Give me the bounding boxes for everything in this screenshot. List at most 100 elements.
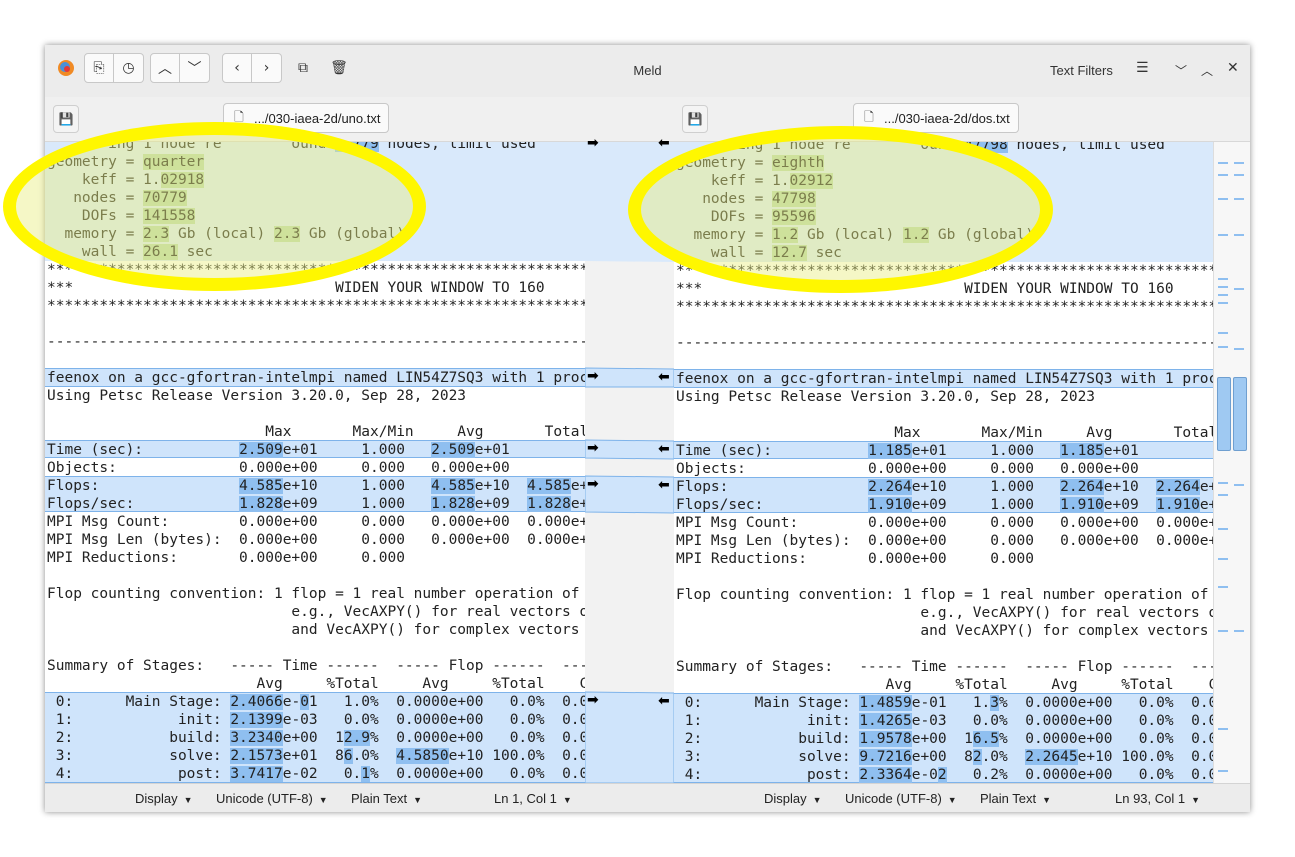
recent-comparisons-button[interactable]: ◷ xyxy=(114,53,144,83)
delete-button[interactable]: 🗑 xyxy=(324,53,354,83)
text-line: nodes = 47798 xyxy=(676,191,816,207)
merge-right-arrow-icon[interactable]: ➡ xyxy=(587,692,599,708)
change-marker xyxy=(1218,728,1228,730)
text-line: ****************************************… xyxy=(47,298,585,314)
save-left-button[interactable]: 💾 xyxy=(53,105,79,133)
text-line: Avg %Total Avg %Total Count xyxy=(47,676,586,692)
text-line: wall = 12.7 sec xyxy=(676,245,842,261)
text-line: memory = 1.2 Gb (local) 1.2 Gb (global) xyxy=(676,227,1034,243)
text-line: Time (sec): 1.185e+01 1.000 1.185e+01 xyxy=(676,443,1139,459)
text-line: nodes = 70779 xyxy=(47,190,187,206)
text-line: 0: Main Stage: 2.4066e-01 1.0% 0.0000e+0… xyxy=(47,694,585,710)
text-line: keff = 1.02918 xyxy=(47,172,205,188)
prev-file-icon: ‹ xyxy=(234,60,240,76)
text-line: DOFs = 141558 xyxy=(47,208,196,224)
merge-left-arrow-icon[interactable]: ⬅ xyxy=(658,693,670,709)
change-marker xyxy=(1218,346,1228,348)
right-file-name: .../030-iaea-2d/dos.txt xyxy=(884,110,1010,126)
left-display-dropdown[interactable]: Display ▼ xyxy=(135,791,193,806)
right-encoding-dropdown[interactable]: Unicode (UTF-8) ▼ xyxy=(845,791,957,806)
text-line: MPI Reductions: 0.000e+00 0.000 xyxy=(676,551,1034,567)
merge-left-arrow-icon[interactable]: ⬅ xyxy=(658,369,670,385)
next-file-icon: › xyxy=(263,60,270,76)
text-line xyxy=(45,315,47,333)
change-marker xyxy=(1218,332,1228,334)
hamburger-menu-icon[interactable]: ☰ xyxy=(1136,60,1149,76)
text-line: and VecAXPY() for complex vectors of len… xyxy=(920,623,1209,639)
next-file-button[interactable]: › xyxy=(252,53,282,83)
text-line: ing 1 node re ound 70779 nodes, limit us… xyxy=(45,142,536,153)
text-line: 3: solve: 2.1573e+01 86.0% 4.5850e+10 10… xyxy=(47,748,585,764)
scroll-thumb[interactable] xyxy=(1233,377,1247,451)
save-icon: 💾 xyxy=(58,112,74,126)
text-line: and VecAXPY() for complex vectors of len… xyxy=(291,622,580,638)
change-marker xyxy=(1218,630,1228,632)
file-icon: 🗋 xyxy=(234,109,244,124)
text-line: Avg %Total Avg %Total Count xyxy=(676,677,1214,693)
left-encoding-dropdown[interactable]: Unicode (UTF-8) ▼ xyxy=(216,791,328,806)
text-line: Objects: 0.000e+00 0.000 0.000e+00 xyxy=(676,461,1139,477)
change-marker xyxy=(1234,630,1244,632)
right-syntax-dropdown[interactable]: Plain Text ▼ xyxy=(980,791,1051,806)
text-line: Time (sec): 2.509e+01 1.000 2.509e+01 xyxy=(47,442,510,458)
left-cursor-position[interactable]: Ln 1, Col 1 ▼ xyxy=(494,791,572,806)
copy-icon: ⧉ xyxy=(298,60,308,76)
merge-right-arrow-icon[interactable]: ➡ xyxy=(587,476,599,492)
text-line: Using Petsc Release Version 3.20.0, Sep … xyxy=(676,389,1096,405)
change-marker xyxy=(1218,278,1228,280)
merge-left-arrow-icon[interactable]: ⬅ xyxy=(658,477,670,493)
change-marker xyxy=(1218,770,1228,772)
minimize-icon[interactable]: ﹀ xyxy=(1175,62,1187,79)
merge-left-arrow-icon[interactable]: ⬅ xyxy=(658,441,670,457)
text-line: Summary of Stages: ----- Time ------ ---… xyxy=(676,659,1213,675)
next-change-button[interactable]: ﹀ xyxy=(180,53,210,83)
text-line: *** WIDEN YOUR WINDOW TO 160 xyxy=(676,281,1174,297)
overview-scrollbar[interactable] xyxy=(1213,142,1250,783)
text-line: keff = 1.02912 xyxy=(676,173,834,189)
right-text-pane[interactable]: ing 1 node re ound 47798 nodes, limit us… xyxy=(674,142,1213,783)
meld-window: ⎘ ◷ ︿ ﹀ ‹ › ⧉ 🗑 Meld Text Filters ☰ ﹀ ︿ … xyxy=(45,45,1250,812)
change-marker xyxy=(1234,162,1244,164)
change-marker xyxy=(1218,558,1228,560)
text-line: ing 1 node re ound 47798 nodes, limit us… xyxy=(674,142,1165,154)
merge-right-arrow-icon[interactable]: ➡ xyxy=(587,135,599,151)
left-syntax-dropdown[interactable]: Plain Text ▼ xyxy=(351,791,422,806)
text-line: *** WIDEN YOUR WINDOW TO 160 xyxy=(47,280,545,296)
change-marker xyxy=(1218,586,1228,588)
text-filters-button[interactable]: Text Filters xyxy=(1050,63,1113,78)
scroll-thumb[interactable] xyxy=(1217,377,1231,451)
recent-icon: ◷ xyxy=(122,60,135,76)
prev-change-button[interactable]: ︿ xyxy=(150,53,180,83)
status-bar: Display ▼ Unicode (UTF-8) ▼ Plain Text ▼ Ln… xyxy=(45,783,1250,812)
close-icon[interactable]: ✕ xyxy=(1227,60,1239,76)
text-line: ----------------------------------------… xyxy=(47,334,585,350)
text-line: Flop counting convention: 1 flop = 1 rea… xyxy=(47,586,585,602)
text-line: Flops/sec: 1.828e+09 1.000 1.828e+09 1.8… xyxy=(47,496,585,512)
merge-right-arrow-icon[interactable]: ➡ xyxy=(587,368,599,384)
text-line: Flops: 4.585e+10 1.000 4.585e+10 4.585e+… xyxy=(47,478,585,494)
merge-left-arrow-icon[interactable]: ⬅ xyxy=(658,135,670,151)
left-file-button[interactable]: 🗋 .../030-iaea-2d/uno.txt xyxy=(223,103,390,133)
right-file-button[interactable]: 🗋 .../030-iaea-2d/dos.txt xyxy=(853,103,1019,133)
left-text-pane[interactable]: ing 1 node re ound 70779 nodes, limit us… xyxy=(45,142,585,783)
save-icon: 💾 xyxy=(687,112,703,126)
change-marker xyxy=(1234,484,1244,486)
text-line: MPI Reductions: 0.000e+00 0.000 xyxy=(47,550,405,566)
merge-right-arrow-icon[interactable]: ➡ xyxy=(587,440,599,456)
text-line: MPI Msg Len (bytes): 0.000e+00 0.000 0.0… xyxy=(676,533,1213,549)
text-line: Max Max/Min Avg Total xyxy=(676,425,1213,441)
prev-file-button[interactable]: ‹ xyxy=(222,53,252,83)
text-line: Flop counting convention: 1 flop = 1 rea… xyxy=(676,587,1213,603)
change-marker xyxy=(1218,162,1228,164)
text-line: Summary of Stages: ----- Time ------ ---… xyxy=(47,658,585,674)
save-right-button[interactable]: 💾 xyxy=(682,105,708,133)
maximize-icon[interactable]: ︿ xyxy=(1201,62,1213,79)
new-comparison-button[interactable]: ⎘ xyxy=(84,53,114,83)
text-line: Flops: 2.264e+10 1.000 2.264e+10 2.264e+… xyxy=(676,479,1213,495)
right-cursor-position[interactable]: Ln 93, Col 1 ▼ xyxy=(1115,791,1200,806)
text-line xyxy=(45,567,47,585)
copy-button[interactable]: ⧉ xyxy=(288,53,318,83)
change-marker xyxy=(1218,482,1228,484)
text-line xyxy=(674,406,676,424)
right-display-dropdown[interactable]: Display ▼ xyxy=(764,791,822,806)
